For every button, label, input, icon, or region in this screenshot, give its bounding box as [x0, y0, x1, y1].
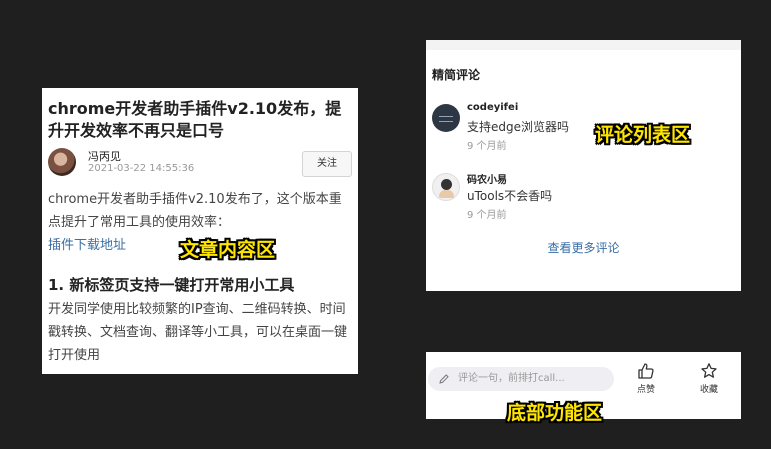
comment-text: 支持edge浏览器吗	[467, 120, 570, 134]
like-label: 点赞	[636, 385, 655, 395]
comment-time: 9 个月前	[467, 141, 507, 152]
publish-time: 2021-03-22 14:55:36	[88, 163, 195, 174]
article-intro: chrome开发者助手插件v2.10发布了，这个版本重点提升了常用工具的使用效率…	[48, 192, 342, 230]
commenter-name[interactable]: 码农小易	[467, 171, 507, 186]
comment-input[interactable]: 评论一句，前排打call...	[428, 367, 614, 391]
comments-area-label: 评论列表区	[595, 124, 691, 146]
star-icon	[701, 363, 717, 378]
thumbs-up-icon	[638, 363, 654, 379]
bottom-area-label: 底部功能区	[507, 402, 603, 424]
comments-topbar	[426, 40, 741, 50]
author-row: 冯丙见 2021-03-22 14:55:36 关注	[48, 148, 352, 178]
author-name[interactable]: 冯丙见	[88, 148, 121, 164]
comments-panel: 精简评论 codeyifei 支持edge浏览器吗 9 个月前 码农小易 uTo…	[426, 40, 741, 291]
comments-title: 精简评论	[432, 68, 481, 82]
favorite-button[interactable]: 收藏	[689, 362, 729, 398]
follow-button[interactable]: 关注	[302, 151, 352, 177]
author-avatar[interactable]	[48, 148, 76, 176]
article-area-label: 文章内容区	[180, 239, 276, 261]
comment-time: 9 个月前	[467, 210, 507, 221]
section-body: 开发同学使用比较频繁的IP查询、二维码转换、时间戳转换、文档查询、翻译等小工具，…	[48, 302, 348, 363]
commenter-name[interactable]: codeyifei	[467, 102, 518, 113]
comment-input-placeholder: 评论一句，前排打call...	[458, 373, 565, 384]
comment-text: uTools不会香吗	[467, 189, 553, 203]
article-title: chrome开发者助手插件v2.10发布，提升开发效率不再只是口号	[48, 99, 342, 140]
commenter-avatar[interactable]	[432, 104, 460, 132]
more-comments-link[interactable]: 查看更多评论	[426, 239, 741, 256]
download-link[interactable]: 插件下载地址	[48, 236, 126, 256]
commenter-avatar[interactable]	[432, 173, 460, 201]
pencil-icon	[439, 374, 449, 384]
article-panel: chrome开发者助手插件v2.10发布，提升开发效率不再只是口号 冯丙见 20…	[42, 88, 358, 374]
section-heading: 1. 新标签页支持一键打开常用小工具	[48, 276, 295, 294]
like-button[interactable]: 点赞	[626, 362, 666, 398]
favorite-label: 收藏	[699, 385, 718, 395]
comment-item: 码农小易 uTools不会香吗 9 个月前	[432, 171, 732, 221]
